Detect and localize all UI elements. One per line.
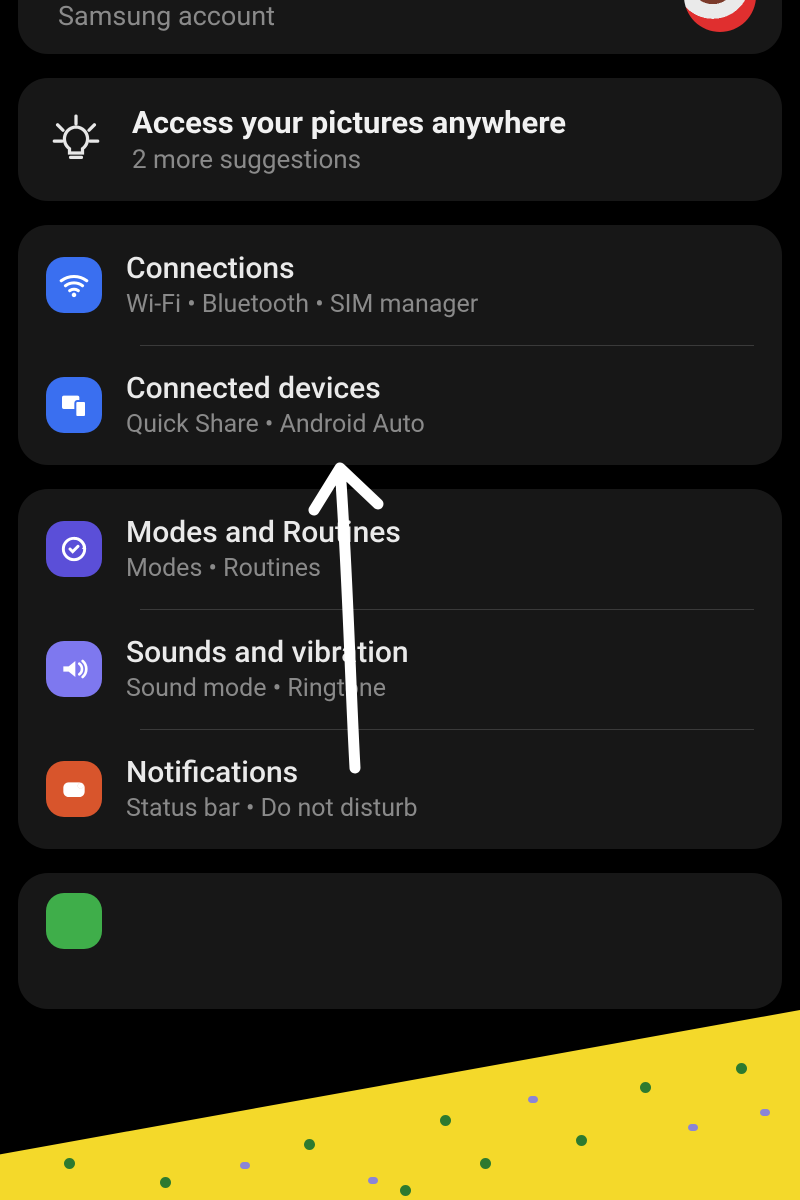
notifications-icon [46, 761, 102, 817]
row-title: Modes and Routines [126, 515, 401, 550]
row-subtitle: Modes • Routines [126, 554, 401, 583]
modes-routines-row[interactable]: Modes and Routines Modes • Routines [18, 489, 782, 609]
samsung-account-row[interactable]: Samsung account [18, 0, 782, 54]
decorative-banner [0, 1010, 800, 1200]
suggestion-subtitle: 2 more suggestions [132, 145, 566, 175]
avatar[interactable] [684, 0, 756, 32]
row-subtitle: Quick Share • Android Auto [126, 410, 425, 439]
connections-row[interactable]: Connections Wi-Fi • Bluetooth • SIM mana… [18, 225, 782, 345]
account-label: Samsung account [58, 0, 275, 32]
row-title: Connected devices [126, 371, 425, 406]
lightbulb-icon [48, 112, 104, 168]
row-title: Notifications [126, 755, 418, 790]
sounds-vibration-row[interactable]: Sounds and vibration Sound mode • Ringto… [18, 609, 782, 729]
row-subtitle: Sound mode • Ringtone [126, 674, 409, 703]
notifications-row[interactable]: Notifications Status bar • Do not distur… [18, 729, 782, 849]
sound-icon [46, 641, 102, 697]
row-title: Sounds and vibration [126, 635, 409, 670]
row-subtitle: Status bar • Do not disturb [126, 794, 418, 823]
wifi-icon [46, 257, 102, 313]
suggestion-card[interactable]: Access your pictures anywhere 2 more sug… [18, 78, 782, 201]
row-title: Connections [126, 251, 478, 286]
settings-group-3 [18, 873, 782, 1009]
row-subtitle: Wi-Fi • Bluetooth • SIM manager [126, 290, 478, 319]
settings-group-2: Modes and Routines Modes • Routines Soun… [18, 489, 782, 849]
routines-icon [46, 521, 102, 577]
suggestion-title: Access your pictures anywhere [132, 104, 566, 141]
display-icon [46, 893, 102, 949]
connected-devices-row[interactable]: Connected devices Quick Share • Android … [18, 345, 782, 465]
connected-devices-icon [46, 377, 102, 433]
settings-group-1: Connections Wi-Fi • Bluetooth • SIM mana… [18, 225, 782, 465]
